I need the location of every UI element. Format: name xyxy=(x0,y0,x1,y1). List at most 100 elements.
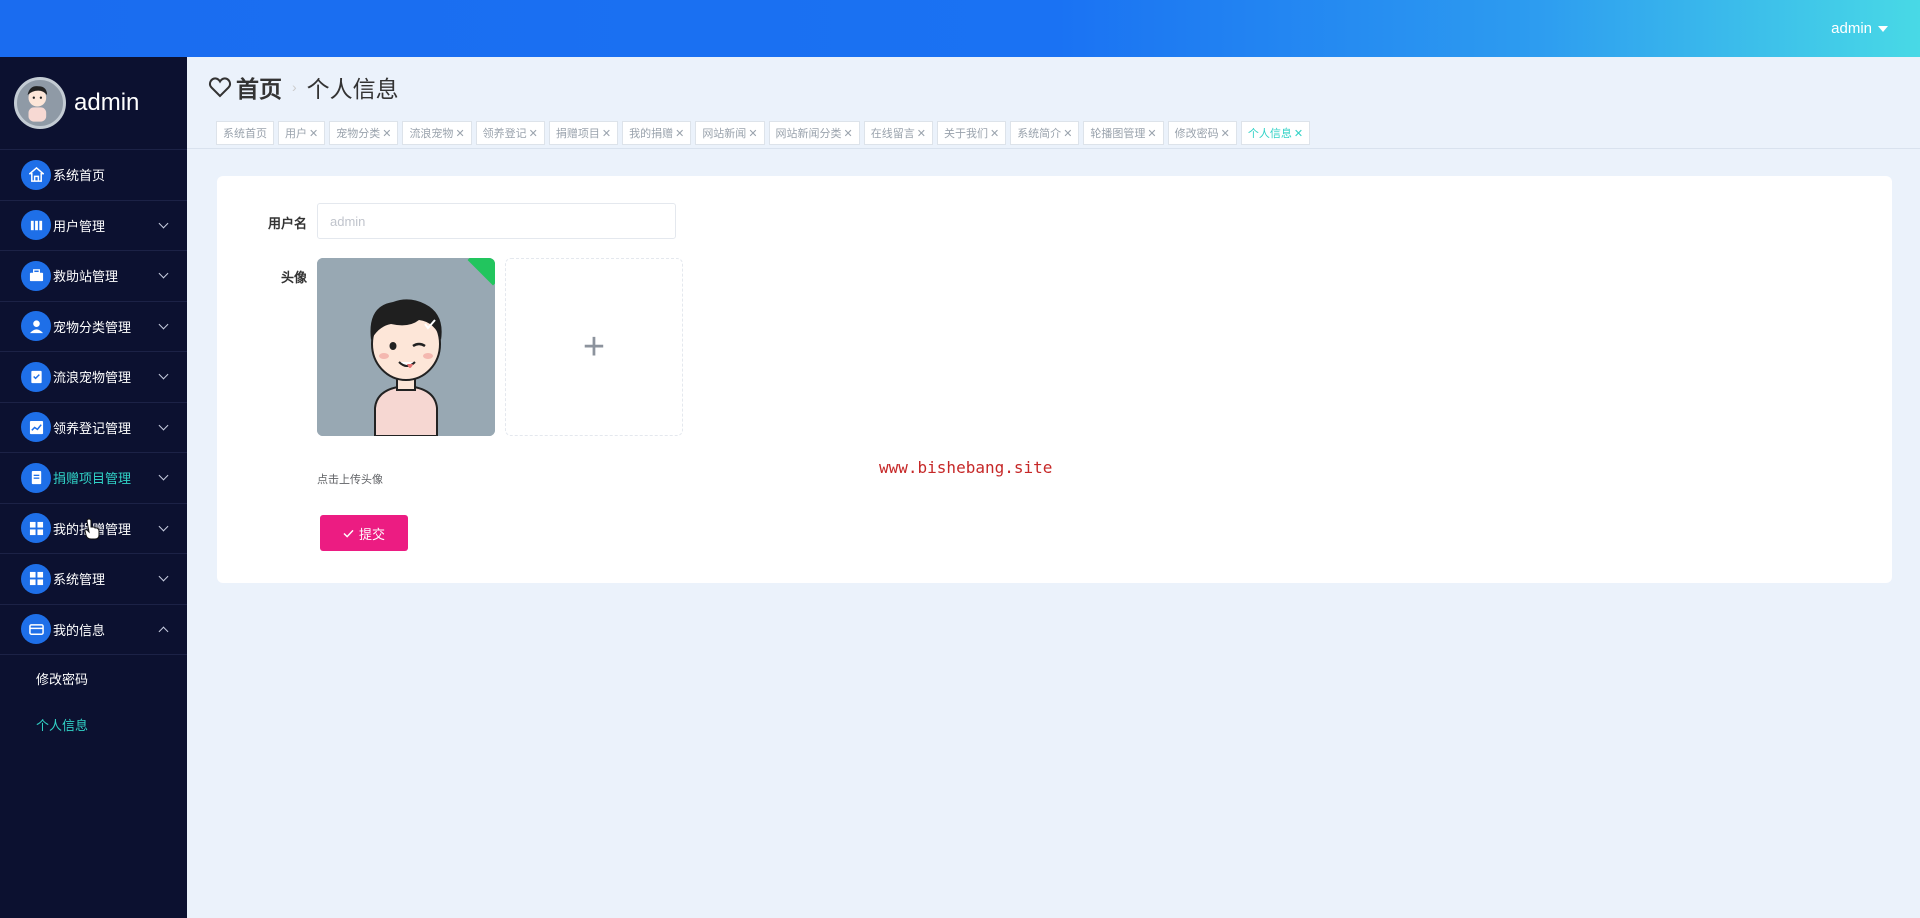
tag-item[interactable]: 用户 ✕ xyxy=(278,121,326,145)
upload-hint: 点击上传头像 xyxy=(317,474,383,486)
sidebar-item-my-info[interactable]: 我的信息 xyxy=(0,605,187,655)
tag-item[interactable]: 流浪宠物 ✕ xyxy=(402,121,472,145)
users-icon xyxy=(21,210,51,241)
sidebar-subitem-change-password[interactable]: 修改密码 xyxy=(0,655,187,701)
tag-label: 在线留言 xyxy=(870,128,915,140)
sidebar-item-label: 系统首页 xyxy=(53,168,106,184)
close-icon[interactable]: ✕ xyxy=(1294,127,1303,140)
sidebar-item-rescue-station[interactable]: 救助站管理 xyxy=(0,251,187,302)
caret-down-icon xyxy=(1878,25,1888,32)
tag-label: 系统首页 xyxy=(223,128,267,140)
tag-item[interactable]: 我的捐赠 ✕ xyxy=(622,121,692,145)
profile-form-card: 用户名 头像 + 点击上传头像 提交 xyxy=(217,176,1892,583)
tag-label: 我的捐赠 xyxy=(629,128,674,140)
close-icon[interactable]: ✕ xyxy=(1147,127,1156,140)
grid-icon xyxy=(21,563,51,594)
tag-label: 关于我们 xyxy=(943,128,988,140)
close-icon[interactable]: ✕ xyxy=(675,127,684,140)
tag-item[interactable]: 关于我们 ✕ xyxy=(936,121,1007,145)
tag-item[interactable]: 轮播图管理 ✕ xyxy=(1083,121,1164,145)
sidebar-item-stray-pets[interactable]: 流浪宠物管理 xyxy=(0,352,187,403)
sidebar-item-home[interactable]: 系统首页 xyxy=(0,150,187,201)
check-icon xyxy=(343,529,354,538)
avatar-illustration-icon xyxy=(27,86,48,122)
sidebar-item-label: 宠物分类管理 xyxy=(53,319,132,335)
tag-label: 领养登记 xyxy=(482,128,527,140)
document-icon xyxy=(21,462,51,493)
tag-label: 宠物分类 xyxy=(336,128,381,140)
heart-icon xyxy=(208,77,232,98)
close-icon[interactable]: ✕ xyxy=(455,127,464,140)
username-input[interactable] xyxy=(317,203,676,239)
sidebar-item-label: 捐赠项目管理 xyxy=(53,471,132,487)
tag-label: 修改密码 xyxy=(1174,128,1219,140)
chevron-down-icon xyxy=(158,369,169,380)
chevron-down-icon xyxy=(158,319,169,329)
tag-item[interactable]: 系统简介 ✕ xyxy=(1010,121,1080,145)
user-menu-label: admin xyxy=(1831,20,1872,37)
avatar xyxy=(14,77,66,129)
close-icon[interactable]: ✕ xyxy=(382,127,391,140)
sidebar: admin 系统首页 用户管理 救助站管理 宠物分类管理 流浪宠物管理 领养登记… xyxy=(0,57,187,918)
sidebar-item-adoption[interactable]: 领养登记管理 xyxy=(0,403,187,453)
sidebar-item-label: 用户管理 xyxy=(53,218,106,234)
sidebar-subitem-personal-info[interactable]: 个人信息 xyxy=(0,701,187,747)
chevron-down-icon xyxy=(158,521,169,531)
tag-label: 捐赠项目 xyxy=(555,128,600,140)
close-icon[interactable]: ✕ xyxy=(602,127,611,140)
avatar-label: 头像 xyxy=(280,270,307,285)
header-divider xyxy=(187,148,1920,149)
user-menu[interactable]: admin xyxy=(1831,20,1888,37)
tag-item[interactable]: 在线留言 ✕ xyxy=(863,121,933,145)
close-icon[interactable]: ✕ xyxy=(529,127,538,140)
avatar-upload[interactable]: + xyxy=(505,258,683,436)
close-icon[interactable]: ✕ xyxy=(917,127,926,140)
sidebar-profile: admin xyxy=(0,57,187,150)
username-label: 用户名 xyxy=(267,216,307,231)
tag-item[interactable]: 宠物分类 ✕ xyxy=(329,121,399,145)
tag-item[interactable]: 修改密码 ✕ xyxy=(1167,121,1237,145)
breadcrumb-current: 个人信息 xyxy=(306,76,399,102)
tag-label: 网站新闻分类 xyxy=(775,128,842,140)
tag-item[interactable]: 网站新闻分类 ✕ xyxy=(768,121,860,145)
tag-item[interactable]: 捐赠项目 ✕ xyxy=(548,121,619,145)
tag-item[interactable]: 领养登记 ✕ xyxy=(475,121,545,145)
chevron-down-icon xyxy=(158,420,169,430)
person-icon xyxy=(21,311,51,342)
clipboard-icon xyxy=(21,361,51,392)
tag-label: 个人信息 xyxy=(1247,128,1292,140)
tag-bar: 系统首页 用户 ✕ 宠物分类 ✕ 流浪宠物 ✕ 领养登记 ✕ 捐赠项目 ✕ 我的捐赠 ✕ 网… xyxy=(216,121,1311,145)
tag-item-active[interactable]: 个人信息 ✕ xyxy=(1240,121,1311,145)
chevron-down-icon xyxy=(158,571,169,582)
close-icon[interactable]: ✕ xyxy=(1063,127,1072,140)
sidebar-item-label: 救助站管理 xyxy=(53,269,119,285)
chevron-down-icon xyxy=(158,268,169,279)
grid-icon xyxy=(21,513,51,544)
sidebar-item-users[interactable]: 用户管理 xyxy=(0,201,187,251)
tag-label: 网站新闻 xyxy=(702,128,747,140)
close-icon[interactable]: ✕ xyxy=(1221,127,1230,140)
breadcrumb-home[interactable]: 首页 xyxy=(236,70,282,104)
briefcase-icon xyxy=(21,260,51,291)
tag-label: 系统简介 xyxy=(1017,128,1062,140)
sidebar-item-system[interactable]: 系统管理 xyxy=(0,554,187,605)
card-icon xyxy=(21,614,51,645)
avatar-preview[interactable] xyxy=(317,258,495,436)
close-icon[interactable]: ✕ xyxy=(990,127,999,140)
close-icon[interactable]: ✕ xyxy=(748,127,757,140)
chart-icon xyxy=(21,412,51,443)
chevron-up-icon xyxy=(158,626,169,636)
submit-button[interactable]: 提交 xyxy=(320,515,408,551)
tag-item[interactable]: 系统首页 xyxy=(216,121,274,145)
breadcrumb: 首页 › 个人信息 xyxy=(208,70,399,104)
close-icon[interactable]: ✕ xyxy=(309,127,318,140)
hand-cursor-icon xyxy=(84,518,100,540)
avatar-illustration-icon xyxy=(317,258,495,436)
tag-item[interactable]: 网站新闻 ✕ xyxy=(695,121,765,145)
submit-button-label: 提交 xyxy=(358,526,385,542)
watermark: www.bishebang.site xyxy=(879,458,1053,477)
close-icon[interactable]: ✕ xyxy=(844,127,853,140)
sidebar-item-donation-project[interactable]: 捐赠项目管理 xyxy=(0,453,187,504)
sidebar-item-pet-category[interactable]: 宠物分类管理 xyxy=(0,302,187,352)
home-icon xyxy=(21,159,51,190)
